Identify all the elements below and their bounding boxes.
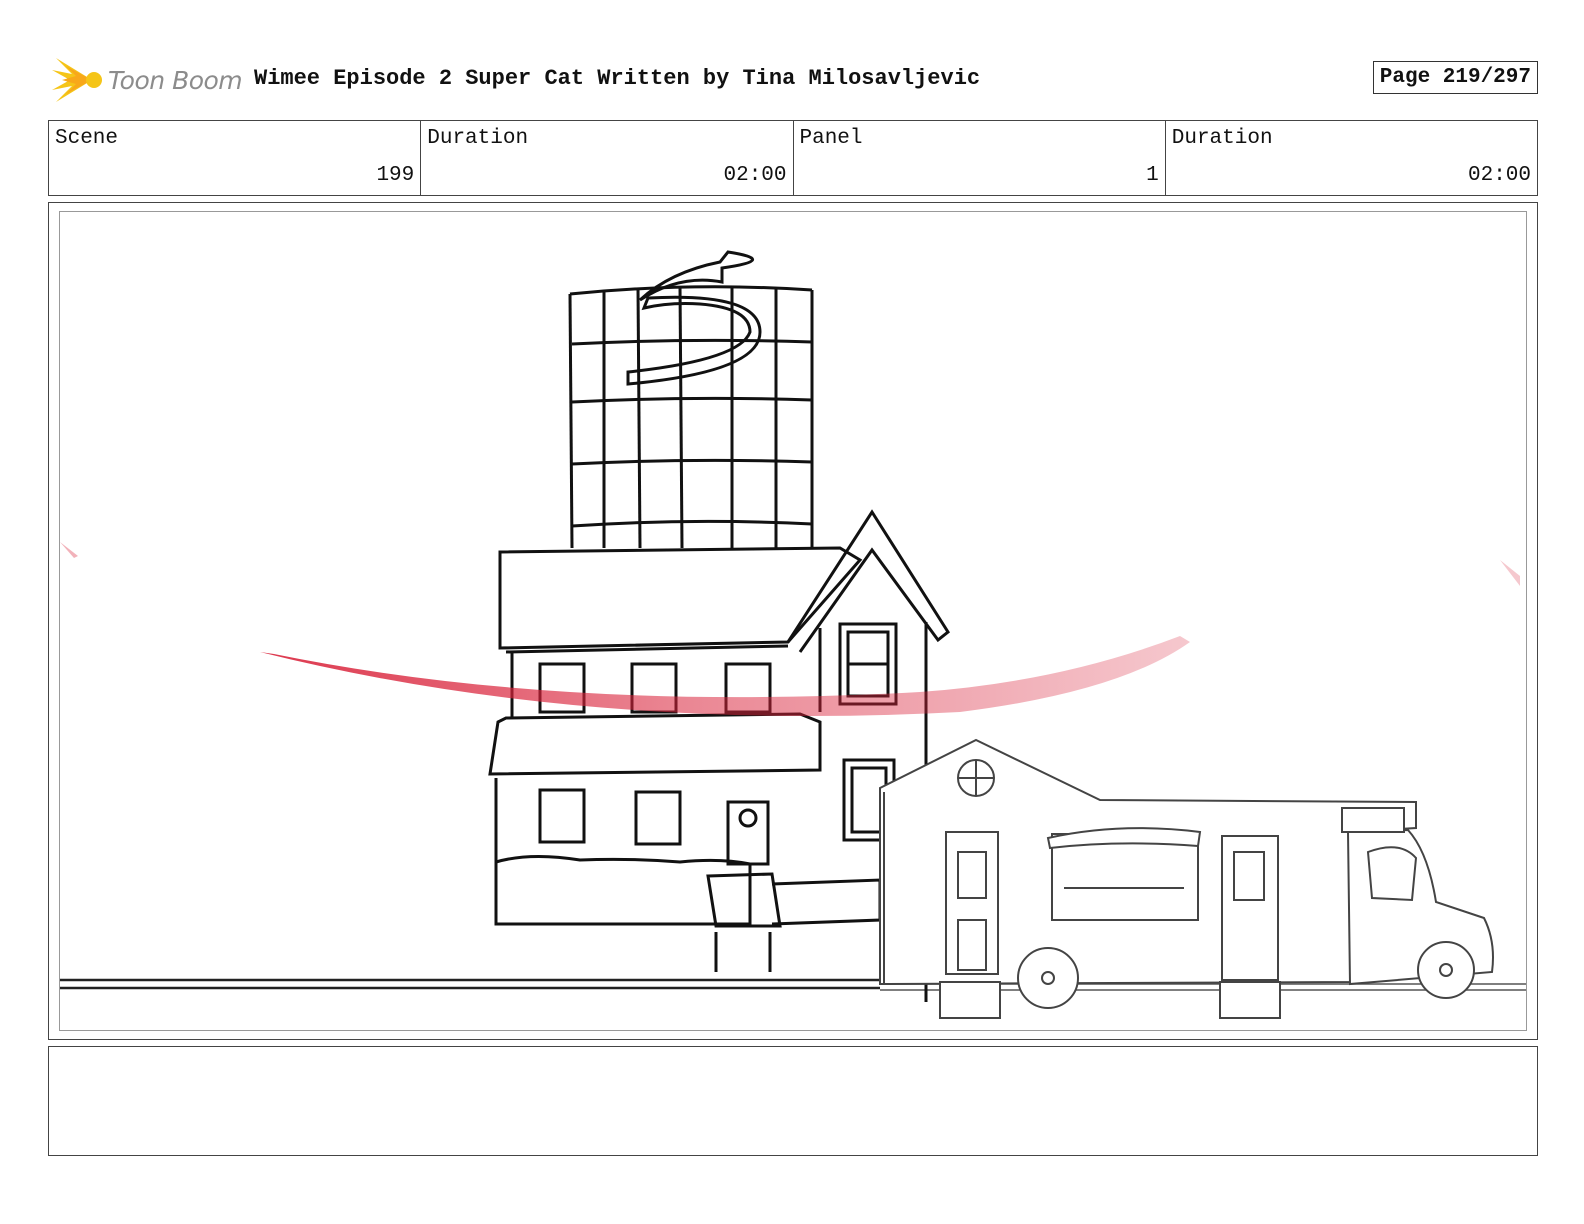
scene-cell: Scene 199 [49, 121, 422, 195]
page-number: Page 219/297 [1372, 61, 1538, 94]
motion-streak-right [1500, 560, 1520, 586]
logo-text: Toon Boom [108, 66, 243, 95]
scene-info-table: Scene 199 Duration 02:00 Panel 1 Duratio… [48, 120, 1538, 196]
action-notes-box [48, 1046, 1538, 1156]
food-truck-sketch [879, 738, 1494, 1019]
scene-label: Scene [55, 127, 119, 150]
motion-streak-left [60, 542, 78, 558]
panel-duration-value: 02:00 [1467, 164, 1531, 187]
panel-frame [48, 202, 1538, 1040]
panel-label: Panel [799, 127, 863, 150]
scene-duration-value: 02:00 [723, 164, 787, 187]
panel-image-area [59, 211, 1527, 1031]
storyboard-title: Wimee Episode 2 Super Cat Written by Tin… [254, 66, 981, 91]
page-header: Toon Boom Wimee Episode 2 Super Cat Writ… [48, 52, 1538, 108]
scene-value: 199 [376, 164, 415, 187]
starburst-icon [52, 58, 102, 102]
panel-duration-cell: Duration 02:00 [1166, 121, 1537, 195]
panel-cell: Panel 1 [794, 121, 1166, 195]
scene-duration-label: Duration [427, 127, 529, 150]
panel-duration-label: Duration [1171, 127, 1273, 150]
tower-sketch [568, 250, 814, 549]
toon-boom-logo: Toon Boom [52, 54, 243, 106]
panel-value: 1 [1146, 164, 1159, 187]
storyboard-sketch [60, 250, 1526, 1019]
scene-duration-cell: Duration 02:00 [421, 121, 794, 195]
